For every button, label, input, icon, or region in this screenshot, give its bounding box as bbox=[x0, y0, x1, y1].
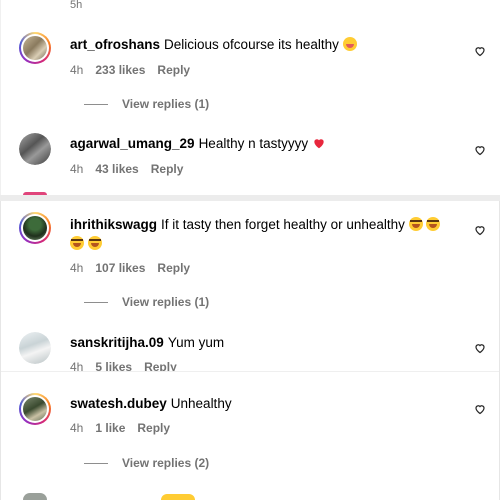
comment-divider bbox=[1, 371, 499, 380]
replies-divider bbox=[84, 463, 108, 465]
comment-username[interactable]: sanskritijha.09 bbox=[70, 335, 164, 350]
replies-divider bbox=[84, 104, 108, 106]
comment-text: Unhealthy bbox=[170, 396, 232, 411]
yum-emoji-icon bbox=[342, 37, 357, 51]
view-replies-button[interactable]: View replies (1) bbox=[84, 97, 209, 111]
comment-text: Healthy n tastyyyy bbox=[198, 136, 309, 151]
like-heart-icon[interactable] bbox=[474, 144, 486, 156]
comment-username[interactable]: agarwal_umang_29 bbox=[70, 136, 195, 151]
comment-text: Yum yum bbox=[167, 335, 225, 350]
avatar[interactable] bbox=[19, 332, 51, 364]
laughing-emoji-icon bbox=[426, 217, 441, 231]
view-replies-button[interactable]: View replies (2) bbox=[84, 456, 209, 470]
comment-username[interactable]: art_ofroshans bbox=[70, 37, 160, 52]
comment-text: Delicious ofcourse its healthy bbox=[164, 37, 339, 52]
view-replies-button[interactable]: View replies (1) bbox=[84, 295, 209, 309]
comment-time: 4h bbox=[70, 421, 84, 435]
like-heart-icon[interactable] bbox=[474, 224, 486, 236]
reply-button[interactable]: Reply bbox=[157, 63, 190, 77]
laughing-emoji-icon bbox=[408, 217, 423, 231]
comment-username[interactable]: swatesh.dubey bbox=[70, 396, 167, 411]
laughing-emoji-icon bbox=[87, 236, 102, 250]
reply-button[interactable]: Reply bbox=[157, 261, 190, 275]
reply-button[interactable]: Reply bbox=[137, 421, 170, 435]
avatar[interactable] bbox=[19, 133, 51, 165]
comment-time: 4h bbox=[70, 162, 84, 176]
replies-divider bbox=[84, 302, 108, 304]
avatar[interactable] bbox=[19, 212, 51, 244]
comment-likes[interactable]: 107 likes bbox=[95, 261, 145, 275]
avatar[interactable] bbox=[19, 393, 51, 425]
comment-time: 4h bbox=[70, 63, 84, 77]
cut-timestamp: 5h bbox=[70, 0, 83, 11]
comment-likes[interactable]: 1 like bbox=[95, 421, 125, 435]
next-emoji-partial bbox=[161, 494, 195, 500]
like-heart-icon[interactable] bbox=[474, 342, 486, 354]
comments-panel-bottom: ihrithikswagg If it tasty then forget hea… bbox=[0, 201, 500, 500]
laughing-emoji-icon bbox=[70, 236, 84, 250]
like-heart-icon[interactable] bbox=[474, 45, 486, 57]
comment-likes[interactable]: 43 likes bbox=[95, 162, 138, 176]
next-avatar-partial bbox=[23, 493, 47, 500]
comment-username[interactable]: ihrithikswagg bbox=[70, 217, 157, 232]
avatar[interactable] bbox=[19, 32, 51, 64]
comment-text: If it tasty then forget healthy or unhea… bbox=[161, 217, 405, 232]
like-heart-icon[interactable] bbox=[474, 403, 486, 415]
red-heart-icon bbox=[314, 139, 324, 149]
comment-time: 4h bbox=[70, 261, 84, 275]
comments-panel-top: 5h art_ofroshans Delicious ofcourse its h… bbox=[0, 0, 500, 195]
reply-button[interactable]: Reply bbox=[151, 162, 184, 176]
comment-likes[interactable]: 233 likes bbox=[95, 63, 145, 77]
